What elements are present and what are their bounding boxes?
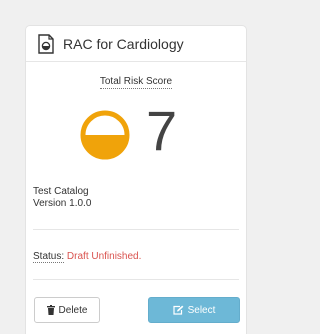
score-label-text: Total Risk Score [99,76,173,89]
risk-card: RAC for Cardiology Total Risk Score 7 Te… [25,25,247,334]
status-line: Status: Draft Unfinished. [33,251,142,263]
risk-gauge [80,110,130,160]
trash-icon [46,305,55,315]
select-label: Select [187,304,216,316]
score-label: Total Risk Score [26,76,246,89]
status-label: Status: [33,251,65,263]
edit-icon [172,305,184,315]
catalog-name: Test Catalog [33,186,89,197]
catalog-info: Test Catalog Version 1.0.0 [33,186,91,210]
select-button[interactable]: Select [148,297,240,323]
delete-label: Delete [58,304,88,316]
card-title: RAC for Cardiology [63,35,184,52]
status-value: Draft Unfinished. [66,251,142,262]
document-icon [37,33,55,54]
divider [33,279,239,280]
delete-button[interactable]: Delete [34,297,100,323]
divider [33,229,239,230]
card-header: RAC for Cardiology [26,26,246,62]
score-value: 7 [146,99,178,162]
catalog-version: Version 1.0.0 [33,198,92,209]
